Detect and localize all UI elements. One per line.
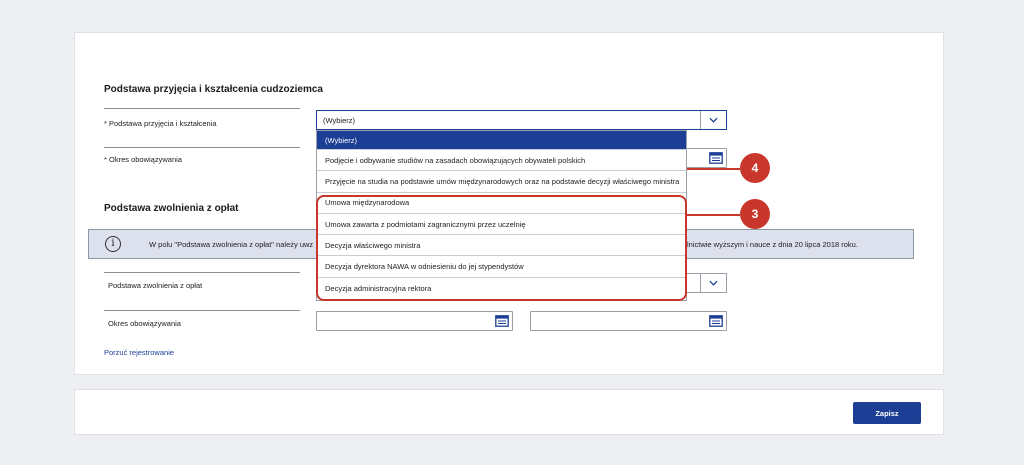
admission-basis-select[interactable]: (Wybierz) — [316, 110, 727, 130]
row-divider — [104, 310, 300, 311]
row-divider — [104, 108, 300, 109]
calendar-icon[interactable] — [709, 315, 723, 327]
exemption-start-date-input[interactable] — [316, 311, 513, 331]
annotation-line-4 — [687, 168, 740, 170]
actions-card — [74, 389, 944, 435]
abandon-registration-link[interactable]: Porzuć rejestrowanie — [104, 348, 174, 357]
save-button[interactable]: Zapisz — [853, 402, 921, 424]
basis-label: * Podstawa przyjęcia i kształcenia — [104, 119, 217, 128]
info-icon: i — [105, 236, 121, 252]
annotation-badge-4: 4 — [740, 153, 770, 183]
annotation-highlight-box — [316, 195, 687, 301]
info-text-left: W polu "Podstawa zwolnienia z opłat" nal… — [149, 240, 314, 249]
annotation-badge-3: 3 — [740, 199, 770, 229]
annotation-line-3 — [687, 214, 740, 216]
dropdown-option[interactable]: Przyjęcie na studia na podstawie umów mi… — [317, 171, 686, 193]
admission-basis-value: (Wybierz) — [323, 115, 356, 125]
dropdown-option[interactable]: Podjęcie i odbywanie studiów na zasadach… — [317, 150, 686, 172]
exemption-period-label: Okres obowiązywania — [108, 319, 181, 328]
row-divider — [104, 272, 300, 273]
row-divider — [104, 147, 300, 148]
section-title-admission: Podstawa przyjęcia i kształcenia cudzozi… — [104, 84, 323, 95]
section-title-exemption: Podstawa zwolnienia z opłat — [104, 203, 239, 214]
chevron-down-icon[interactable] — [700, 111, 726, 129]
exemption-label: Podstawa zwolnienia z opłat — [108, 281, 203, 290]
info-text-right: lnictwie wyższym i nauce z dnia 20 lipca… — [687, 240, 858, 249]
exemption-end-date-input[interactable] — [530, 311, 727, 331]
chevron-down-icon[interactable] — [700, 274, 726, 292]
dropdown-option[interactable]: (Wybierz) — [317, 131, 686, 150]
calendar-icon[interactable] — [495, 315, 509, 327]
calendar-icon[interactable] — [709, 152, 723, 164]
period-label: * Okres obowiązywania — [104, 155, 182, 164]
